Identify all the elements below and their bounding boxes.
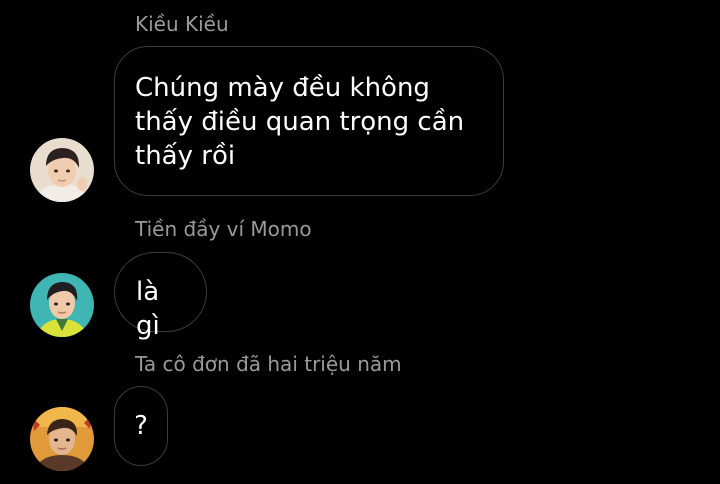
- message-text-line: Chúng mày đều không: [135, 73, 430, 103]
- sender-name: Tiền đầy ví Momo: [135, 217, 312, 241]
- profile-photo-icon: [30, 273, 94, 337]
- avatar[interactable]: [30, 138, 94, 202]
- avatar[interactable]: [30, 273, 94, 337]
- sender-name: Ta cô đơn đã hai triệu năm: [135, 352, 402, 376]
- message-bubble[interactable]: Chúng mày đều không thấy điều quan trọng…: [114, 46, 504, 196]
- chat-thread: Kiều Kiều Chúng mày đều không thấy điều …: [0, 0, 720, 484]
- avatar[interactable]: [30, 407, 94, 471]
- message-text-line: thấy rồi: [135, 141, 236, 171]
- message-text-line: là gì: [136, 277, 160, 341]
- sender-name: Kiều Kiều: [135, 12, 229, 36]
- message-bubble[interactable]: là gì: [114, 252, 207, 341]
- message-bubble[interactable]: ?: [114, 386, 168, 466]
- profile-photo-icon: [30, 407, 94, 471]
- message-text-line: thấy điều quan trọng cần: [135, 107, 465, 137]
- profile-photo-icon: [30, 138, 94, 202]
- message-text-line: ?: [134, 411, 148, 441]
